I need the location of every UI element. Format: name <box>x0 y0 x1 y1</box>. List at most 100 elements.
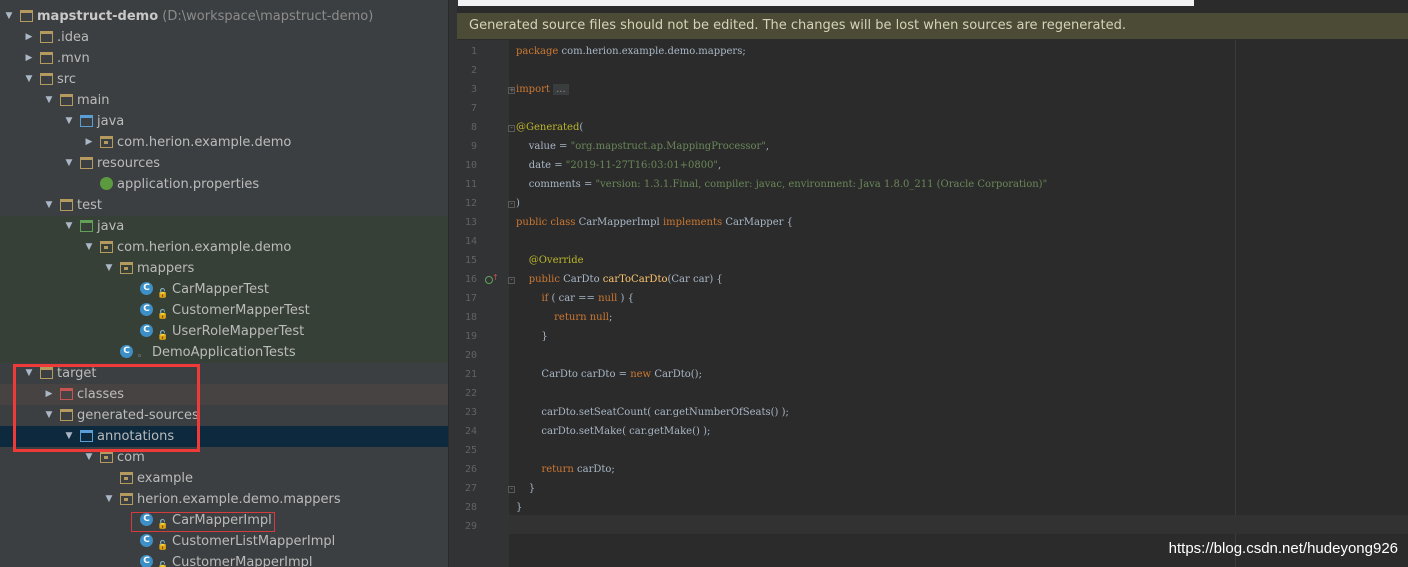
code-editor[interactable]: Generated source files should not be edi… <box>457 6 1408 567</box>
collapse-arrow-icon[interactable]: ▼ <box>43 195 55 216</box>
project-tree-panel: ▼ mapstruct-demo (D:\workspace\mapstruct-… <box>0 0 448 567</box>
line-number: 29 <box>464 521 477 532</box>
tree-item-src[interactable]: ▼ src <box>0 69 448 90</box>
code-token: date = <box>516 160 566 171</box>
tree-item-mappers[interactable]: ▼ mappers <box>0 258 448 279</box>
expand-arrow-icon[interactable]: ▶ <box>83 132 95 153</box>
code-token: public class <box>516 217 579 228</box>
line-number: 28 <box>464 502 477 513</box>
collapse-fold-icon[interactable]: - <box>508 125 515 132</box>
tree-item-test[interactable]: ▼ test <box>0 195 448 216</box>
collapse-arrow-icon[interactable]: ▼ <box>83 237 95 258</box>
tree-item-main[interactable]: ▼ main <box>0 90 448 111</box>
line-number: 9 <box>470 141 477 152</box>
tree-item-mapstruct-demo[interactable]: ▼ mapstruct-demo (D:\workspace\mapstruct-… <box>0 6 448 27</box>
tree-item-application-properties[interactable]: application.properties <box>0 174 448 195</box>
code-token: comments = <box>516 179 596 190</box>
line-number: 8 <box>470 122 477 133</box>
folded-imports-placeholder[interactable]: ... <box>553 84 569 95</box>
line-number: 17 <box>464 293 477 304</box>
tree-item-label: test <box>77 198 102 213</box>
expand-arrow-icon[interactable]: ▶ <box>23 27 35 48</box>
tree-item-herion-example-demo-mappers[interactable]: ▼ herion.example.demo.mappers <box>0 489 448 510</box>
collapse-arrow-icon[interactable]: ▼ <box>103 489 115 510</box>
line-number: 12 <box>464 198 477 209</box>
tree-item-java[interactable]: ▼ java <box>0 216 448 237</box>
tree-item--idea[interactable]: ▶ .idea <box>0 27 448 48</box>
editor-gutter: 1 2 3 7 8 9 10 11 12 13 14 15 16 17 18 19 20 21 22 23 24 25 26… <box>457 40 509 567</box>
code-line: } <box>516 331 548 342</box>
code-token: "version: 1.3.1.Final, compiler: javac, … <box>595 179 1048 190</box>
line-number: 19 <box>464 331 477 342</box>
line-number: 23 <box>464 407 477 418</box>
expand-fold-icon[interactable]: + <box>508 87 515 94</box>
code-token: , <box>718 160 722 171</box>
tree-item-customerlistmapperimpl[interactable]: C 🔓 CustomerListMapperImpl <box>0 531 448 552</box>
test-folder-icon <box>80 220 93 232</box>
package-icon <box>120 493 133 505</box>
code-token: } <box>516 331 548 342</box>
tree-item--mvn[interactable]: ▶ .mvn <box>0 48 448 69</box>
folder-icon <box>40 73 53 85</box>
tree-item-label: CustomerMapperTest <box>172 303 310 318</box>
current-line-highlight <box>509 515 1408 534</box>
tree-item-userrolemappertest[interactable]: C 🔓 UserRoleMapperTest <box>0 321 448 342</box>
code-token: new <box>630 369 655 380</box>
code-token: } <box>516 483 536 494</box>
tree-item-carmappertest[interactable]: C 🔓 CarMapperTest <box>0 279 448 300</box>
code-token: ) { <box>617 293 634 304</box>
tree-item-example[interactable]: example <box>0 468 448 489</box>
tree-item-label: com.herion.example.demo <box>117 135 292 150</box>
tree-item-com-herion-example-demo[interactable]: ▶ com.herion.example.demo <box>0 132 448 153</box>
tree-item-label: resources <box>97 156 161 171</box>
annotation-red-box-target <box>13 364 200 452</box>
collapse-arrow-icon[interactable]: ▼ <box>63 111 75 132</box>
project-path: (D:\workspace\mapstruct-demo) <box>158 9 374 24</box>
tree-item-resources[interactable]: ▼ resources <box>0 153 448 174</box>
line-number: 27 <box>464 483 477 494</box>
tree-item-customermapperimpl[interactable]: C 🔓 CustomerMapperImpl <box>0 552 448 567</box>
tree-item-label: main <box>77 93 110 108</box>
tree-item-com-herion-example-demo[interactable]: ▼ com.herion.example.demo <box>0 237 448 258</box>
collapse-fold-icon[interactable]: - <box>508 277 515 284</box>
collapse-arrow-icon[interactable]: ▼ <box>3 6 15 27</box>
tree-item-label: CarMapperTest <box>172 282 270 297</box>
code-line: public CarDto carToCarDto(Car car) { <box>516 274 723 285</box>
code-token: } <box>516 502 523 513</box>
override-arrow-icon[interactable]: ↑ <box>492 273 499 282</box>
tree-item-demoapplicationtests[interactable]: C ◦ DemoApplicationTests <box>0 342 448 363</box>
collapse-arrow-icon[interactable]: ▼ <box>63 216 75 237</box>
watermark: https://blog.csdn.net/hudeyong926 <box>1168 540 1398 557</box>
tree-item-label: UserRoleMapperTest <box>172 324 305 339</box>
collapse-fold-icon[interactable]: - <box>508 201 515 208</box>
collapse-arrow-icon[interactable]: ▼ <box>63 153 75 174</box>
collapse-arrow-icon[interactable]: ▼ <box>103 258 115 279</box>
tree-item-java[interactable]: ▼ java <box>0 111 448 132</box>
code-line: carDto.setMake( car.getMake() ); <box>516 426 710 437</box>
collapse-arrow-icon[interactable]: ▼ <box>23 69 35 90</box>
line-number: 14 <box>464 236 477 247</box>
code-token: com.herion.example.demo.mappers; <box>561 46 746 57</box>
line-number: 15 <box>464 255 477 266</box>
collapse-fold-icon[interactable]: - <box>508 486 515 493</box>
code-line: } <box>516 483 535 494</box>
line-number: 18 <box>464 312 477 323</box>
code-line: return null; <box>516 312 612 323</box>
tree-item-label: application.properties <box>117 177 260 192</box>
class-icon: C <box>140 324 153 337</box>
line-number: 2 <box>470 65 477 76</box>
tree-item-label: com.herion.example.demo <box>117 240 292 255</box>
collapse-arrow-icon[interactable]: ▼ <box>43 90 55 111</box>
code-line: @Override <box>516 255 584 266</box>
tree-item-customermappertest[interactable]: C 🔓 CustomerMapperTest <box>0 300 448 321</box>
code-token: ; <box>609 312 613 323</box>
tree-item-label: java <box>97 114 125 129</box>
line-number: 20 <box>464 350 477 361</box>
code-token: CarMapper { <box>725 217 793 228</box>
expand-arrow-icon[interactable]: ▶ <box>23 48 35 69</box>
code-line: public class CarMapperImpl implements Ca… <box>516 217 793 228</box>
annotation-red-box-carmapperimpl <box>131 512 275 532</box>
